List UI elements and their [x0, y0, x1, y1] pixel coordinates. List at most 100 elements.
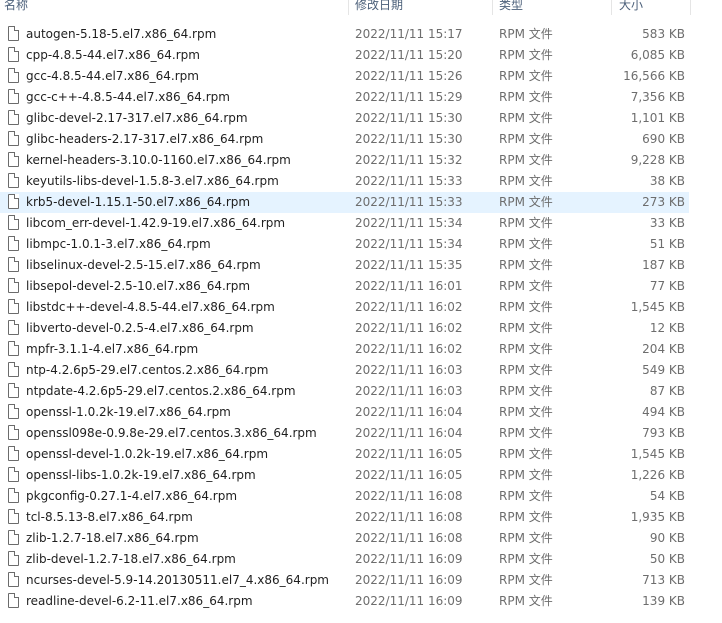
file-row[interactable]: zlib-1.2.7-18.el7.x86_64.rpm 2022/11/11 1…	[0, 528, 689, 549]
file-row[interactable]: pkgconfig-0.27.1-4.el7.x86_64.rpm 2022/11…	[0, 486, 689, 507]
file-row[interactable]: glibc-headers-2.17-317.el7.x86_64.rpm 202…	[0, 129, 689, 150]
file-row[interactable]: openssl098e-0.9.8e-29.el7.centos.3.x86_6…	[0, 423, 689, 444]
file-row[interactable]: ntp-4.2.6p5-29.el7.centos.2.x86_64.rpm 20…	[0, 360, 689, 381]
file-icon	[8, 26, 19, 41]
file-type: RPM 文件	[499, 258, 553, 272]
file-row[interactable]: ncurses-devel-5.9-14.20130511.el7_4.x86_…	[0, 570, 689, 591]
file-size: 7,356 KB	[630, 90, 685, 104]
file-type: RPM 文件	[499, 573, 553, 587]
file-row[interactable]: gcc-c++-4.8.5-44.el7.x86_64.rpm 2022/11/1…	[0, 87, 689, 108]
file-type: RPM 文件	[499, 90, 553, 104]
file-type: RPM 文件	[499, 426, 553, 440]
file-modified-date: 2022/11/11 16:09	[355, 594, 463, 608]
file-name: libcom_err-devel-1.42.9-19.el7.x86_64.rp…	[26, 216, 286, 230]
file-modified-date: 2022/11/11 16:09	[355, 552, 463, 566]
file-row[interactable]: openssl-libs-1.0.2k-19.el7.x86_64.rpm 202…	[0, 465, 689, 486]
file-type: RPM 文件	[499, 594, 553, 608]
file-size: 87 KB	[649, 384, 685, 398]
file-row[interactable]: libselinux-devel-2.5-15.el7.x86_64.rpm 20…	[0, 255, 689, 276]
file-icon	[8, 404, 19, 419]
file-type: RPM 文件	[499, 174, 553, 188]
file-row[interactable]: openssl-devel-1.0.2k-19.el7.x86_64.rpm 20…	[0, 444, 689, 465]
file-size: 50 KB	[649, 552, 685, 566]
file-row[interactable]: keyutils-libs-devel-1.5.8-3.el7.x86_64.r…	[0, 171, 689, 192]
file-row[interactable]: libmpc-1.0.1-3.el7.x86_64.rpm 2022/11/11 …	[0, 234, 689, 255]
file-type: RPM 文件	[499, 300, 553, 314]
file-row[interactable]: libsepol-devel-2.5-10.el7.x86_64.rpm 2022…	[0, 276, 689, 297]
file-size: 549 KB	[642, 363, 685, 377]
file-row[interactable]: zlib-devel-1.2.7-18.el7.x86_64.rpm 2022/1…	[0, 549, 689, 570]
file-modified-date: 2022/11/11 15:26	[355, 69, 463, 83]
file-row[interactable]: libverto-devel-0.2.5-4.el7.x86_64.rpm 202…	[0, 318, 689, 339]
file-modified-date: 2022/11/11 16:08	[355, 510, 463, 524]
file-type: RPM 文件	[499, 405, 553, 419]
file-row[interactable]: libcom_err-devel-1.42.9-19.el7.x86_64.rp…	[0, 213, 689, 234]
file-size: 1,935 KB	[630, 510, 685, 524]
file-name: gcc-c++-4.8.5-44.el7.x86_64.rpm	[26, 90, 230, 104]
column-divider[interactable]	[611, 0, 612, 15]
column-divider[interactable]	[348, 0, 349, 15]
file-icon	[8, 89, 19, 104]
column-header-bar: 名称 修改日期 类型 大小	[0, 0, 722, 15]
file-row[interactable]: krb5-devel-1.15.1-50.el7.x86_64.rpm 2022/…	[0, 192, 689, 213]
file-modified-date: 2022/11/11 16:04	[355, 426, 463, 440]
file-modified-date: 2022/11/11 16:03	[355, 384, 463, 398]
file-modified-date: 2022/11/11 16:09	[355, 573, 463, 587]
file-icon	[8, 593, 19, 608]
file-modified-date: 2022/11/11 15:34	[355, 216, 463, 230]
column-divider[interactable]	[690, 0, 691, 15]
file-row[interactable]: openssl-1.0.2k-19.el7.x86_64.rpm 2022/11/…	[0, 402, 689, 423]
file-size: 1,545 KB	[630, 447, 685, 461]
file-row[interactable]: gcc-4.8.5-44.el7.x86_64.rpm 2022/11/11 15…	[0, 66, 689, 87]
file-name: openssl098e-0.9.8e-29.el7.centos.3.x86_6…	[26, 426, 317, 440]
file-modified-date: 2022/11/11 15:34	[355, 237, 463, 251]
file-row[interactable]: cpp-4.8.5-44.el7.x86_64.rpm 2022/11/11 15…	[0, 45, 689, 66]
file-row[interactable]: glibc-devel-2.17-317.el7.x86_64.rpm 2022/…	[0, 108, 689, 129]
file-icon	[8, 173, 19, 188]
file-size: 273 KB	[642, 195, 685, 209]
file-size: 6,085 KB	[630, 48, 685, 62]
file-icon	[8, 215, 19, 230]
file-modified-date: 2022/11/11 16:02	[355, 321, 463, 335]
file-name: libsepol-devel-2.5-10.el7.x86_64.rpm	[26, 279, 251, 293]
file-icon	[8, 110, 19, 125]
file-row[interactable]: mpfr-3.1.1-4.el7.x86_64.rpm 2022/11/11 16…	[0, 339, 689, 360]
column-header-name[interactable]: 名称	[0, 0, 347, 15]
file-row[interactable]: tcl-8.5.13-8.el7.x86_64.rpm 2022/11/11 16…	[0, 507, 689, 528]
file-modified-date: 2022/11/11 16:02	[355, 300, 463, 314]
file-modified-date: 2022/11/11 16:08	[355, 489, 463, 503]
file-icon	[8, 341, 19, 356]
file-type: RPM 文件	[499, 384, 553, 398]
file-modified-date: 2022/11/11 15:17	[355, 27, 463, 41]
file-size: 51 KB	[649, 237, 685, 251]
file-size: 16,566 KB	[623, 69, 685, 83]
file-type: RPM 文件	[499, 321, 553, 335]
file-modified-date: 2022/11/11 16:05	[355, 447, 463, 461]
file-row[interactable]: libstdc++-devel-4.8.5-44.el7.x86_64.rpm 2…	[0, 297, 689, 318]
file-row[interactable]: ntpdate-4.2.6p5-29.el7.centos.2.x86_64.r…	[0, 381, 689, 402]
column-divider[interactable]	[492, 0, 493, 15]
column-header-type[interactable]: 类型	[495, 0, 611, 15]
column-header-size[interactable]: 大小	[615, 0, 691, 15]
file-modified-date: 2022/11/11 16:04	[355, 405, 463, 419]
file-modified-date: 2022/11/11 15:33	[355, 174, 463, 188]
file-row[interactable]: readline-devel-6.2-11.el7.x86_64.rpm 2022…	[0, 591, 689, 612]
file-row[interactable]: kernel-headers-3.10.0-1160.el7.x86_64.rp…	[0, 150, 689, 171]
column-header-date[interactable]: 修改日期	[351, 0, 492, 15]
file-icon	[8, 194, 19, 209]
file-name: libverto-devel-0.2.5-4.el7.x86_64.rpm	[26, 321, 254, 335]
file-icon	[8, 152, 19, 167]
file-row[interactable]: autogen-5.18-5.el7.x86_64.rpm 2022/11/11 …	[0, 24, 689, 45]
file-size: 38 KB	[649, 174, 685, 188]
file-type: RPM 文件	[499, 111, 553, 125]
file-icon	[8, 383, 19, 398]
file-type: RPM 文件	[499, 69, 553, 83]
file-name: zlib-1.2.7-18.el7.x86_64.rpm	[26, 531, 199, 545]
file-name: pkgconfig-0.27.1-4.el7.x86_64.rpm	[26, 489, 238, 503]
file-icon	[8, 467, 19, 482]
file-icon	[8, 278, 19, 293]
file-name: tcl-8.5.13-8.el7.x86_64.rpm	[26, 510, 193, 524]
file-name: keyutils-libs-devel-1.5.8-3.el7.x86_64.r…	[26, 174, 279, 188]
file-icon	[8, 131, 19, 146]
file-size: 139 KB	[642, 594, 685, 608]
